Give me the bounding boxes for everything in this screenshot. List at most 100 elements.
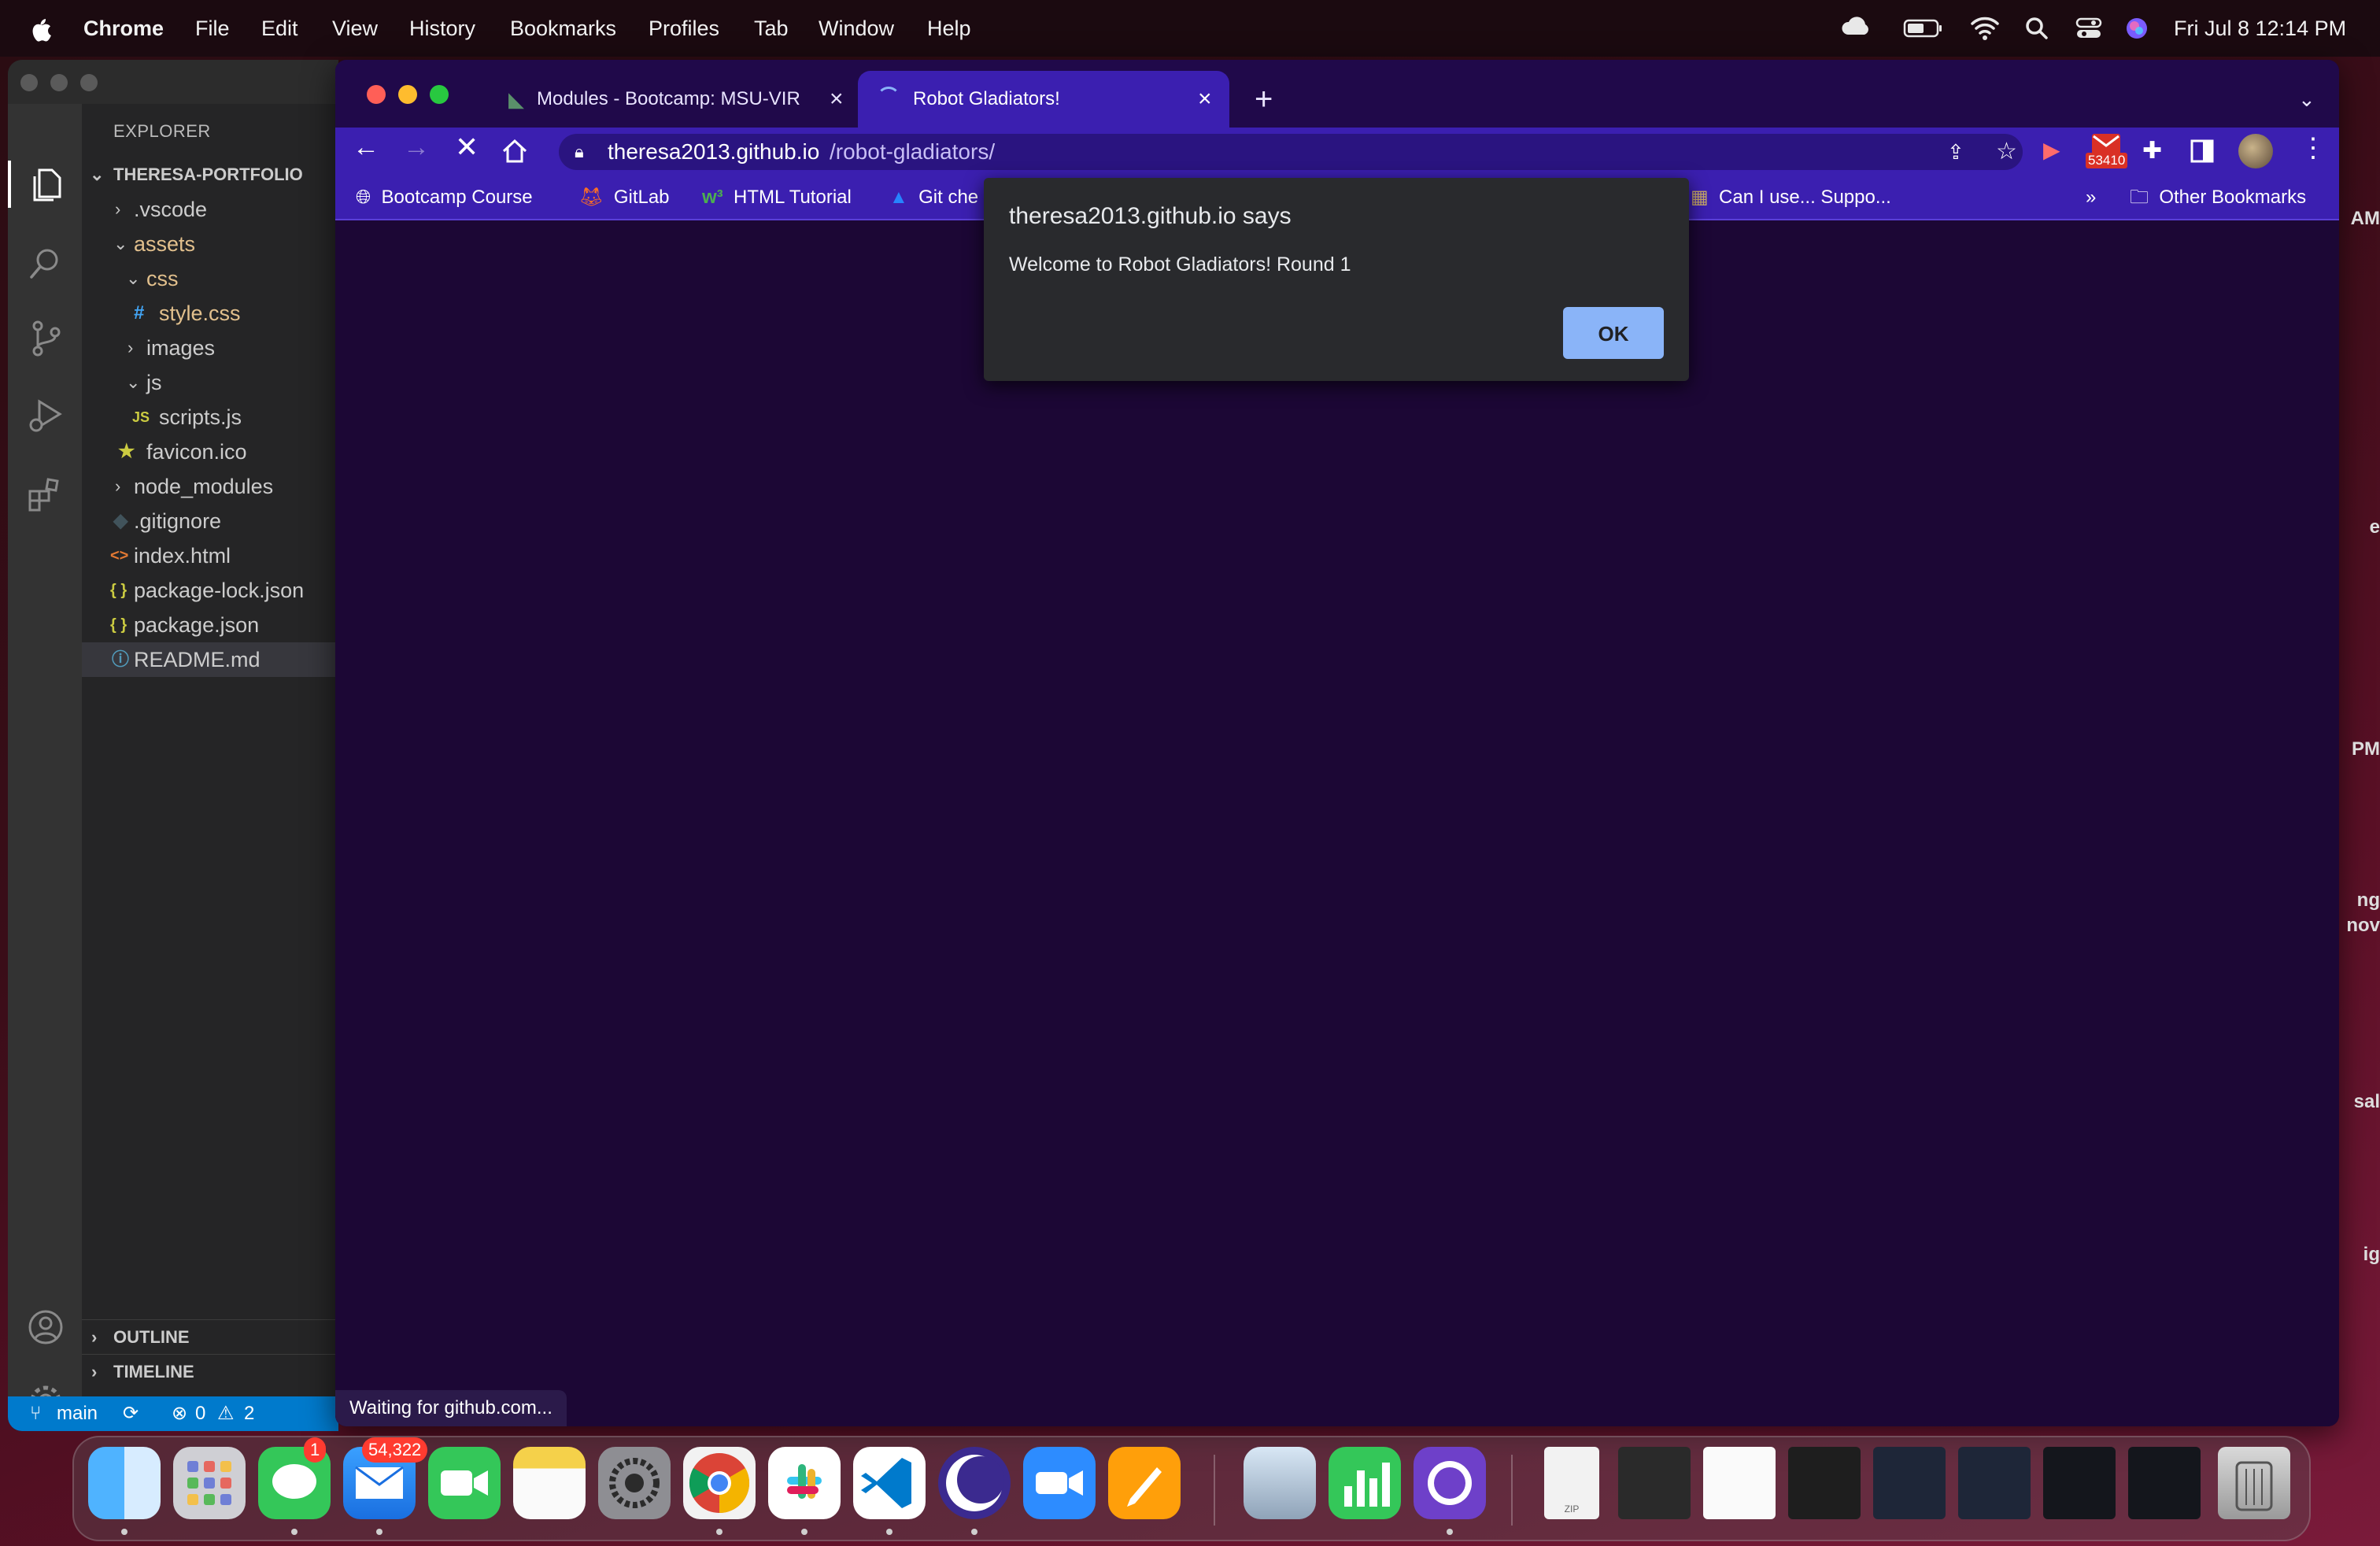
menu-help[interactable]: Help	[927, 0, 971, 57]
tree-item-readme[interactable]: ⓘ README.md	[82, 642, 338, 677]
bookmark-gitlab[interactable]: 🦊︎ GitLab	[579, 176, 670, 219]
side-panel-icon[interactable]	[2190, 139, 2215, 168]
share-icon[interactable]: ⇪	[1947, 134, 1964, 170]
extension-video-icon[interactable]: ▶	[2043, 137, 2060, 163]
siri-icon[interactable]	[2125, 0, 2149, 57]
eclipse-app-icon[interactable]	[938, 1447, 1011, 1519]
tab-robot-gladiators[interactable]: Robot Gladiators! ×	[858, 71, 1229, 128]
bookmark-git-cheatsheet[interactable]: ▲ Git che	[889, 176, 978, 219]
tree-item-scripts-js[interactable]: JS scripts.js	[82, 400, 338, 435]
tree-item-package-json[interactable]: { } package.json	[82, 608, 338, 642]
menu-file[interactable]: File	[195, 0, 230, 57]
menu-profiles[interactable]: Profiles	[649, 0, 719, 57]
accounts-icon[interactable]	[25, 1307, 66, 1348]
window-minimize-button[interactable]	[398, 85, 417, 104]
tree-item-index-html[interactable]: <> index.html	[82, 538, 338, 573]
vscode-minimize-button[interactable]	[50, 74, 68, 91]
icloud-icon[interactable]	[1840, 0, 1873, 57]
timeline-section[interactable]: › TIMELINE	[82, 1354, 338, 1389]
tree-item-images[interactable]: › images	[82, 331, 338, 365]
source-control-icon[interactable]	[25, 318, 66, 359]
explorer-files-icon[interactable]	[25, 164, 66, 205]
tab-modules[interactable]: ◣ Modules - Bootcamp: MSU-VIR ×	[493, 71, 867, 128]
bookmarks-overflow-button[interactable]: »	[2086, 176, 2096, 219]
forward-arrow-icon[interactable]: →	[403, 132, 430, 163]
extensions-puzzle-icon[interactable]: ✚	[2142, 137, 2162, 165]
tab-close-icon[interactable]: ×	[1198, 71, 1212, 128]
slack-icon[interactable]	[768, 1447, 841, 1519]
tree-item-favicon[interactable]: ★ favicon.ico	[82, 435, 338, 469]
home-icon[interactable]	[501, 137, 529, 169]
bookmark-star-icon[interactable]: ☆	[1996, 134, 2017, 170]
menu-tab[interactable]: Tab	[754, 0, 789, 57]
facetime-icon[interactable]	[428, 1447, 501, 1519]
notes-icon[interactable]	[513, 1447, 586, 1519]
sync-icon[interactable]: ⟳	[123, 1396, 139, 1431]
menu-view[interactable]: View	[332, 0, 378, 57]
slack-window-thumbnail[interactable]	[2128, 1447, 2201, 1519]
bookmark-html-tutorial[interactable]: w³ HTML Tutorial	[702, 176, 852, 219]
address-bar[interactable]: 🔒︎ theresa2013.github.io /robot-gladiato…	[559, 134, 2023, 170]
wifi-icon[interactable]	[1969, 0, 2001, 57]
tab-close-icon[interactable]: ×	[830, 71, 844, 128]
vscode-close-button[interactable]	[20, 74, 38, 91]
menu-history[interactable]: History	[409, 0, 475, 57]
zip-archive-icon[interactable]: ZIP	[1544, 1447, 1599, 1519]
window-thumbnail[interactable]	[1788, 1447, 1861, 1519]
chrome-icon[interactable]	[683, 1447, 756, 1519]
window-zoom-button[interactable]	[430, 85, 449, 104]
numbers-icon[interactable]	[1329, 1447, 1401, 1519]
kebab-menu-icon[interactable]: ⋮	[2300, 132, 2326, 164]
outline-section[interactable]: › OUTLINE	[82, 1319, 338, 1355]
document-thumbnail[interactable]	[1703, 1447, 1776, 1519]
window-thumbnail[interactable]	[1618, 1447, 1691, 1519]
tree-item-js[interactable]: ⌄ js	[82, 365, 338, 400]
menu-app-name[interactable]: Chrome	[83, 0, 164, 57]
pages-icon[interactable]	[1108, 1447, 1181, 1519]
run-debug-icon[interactable]	[25, 395, 66, 436]
finder-icon[interactable]	[88, 1447, 161, 1519]
tree-item-package-lock[interactable]: { } package-lock.json	[82, 573, 338, 608]
spotlight-search-icon[interactable]	[2024, 0, 2049, 57]
battery-icon[interactable]	[1903, 0, 1944, 57]
branch-name[interactable]: main	[57, 1396, 98, 1431]
vscode-window-thumbnail[interactable]	[1958, 1447, 2031, 1519]
search-icon[interactable]	[25, 242, 66, 283]
github-desktop-icon[interactable]	[1414, 1447, 1486, 1519]
bookmark-can-i-use[interactable]: ▦ Can I use... Suppo...	[1691, 176, 1891, 219]
stop-loading-icon[interactable]: ✕	[455, 131, 479, 164]
profile-avatar[interactable]	[2238, 134, 2273, 168]
tree-item-gitignore[interactable]: ◆ .gitignore	[82, 504, 338, 538]
tree-item-style-css[interactable]: # style.css	[82, 296, 338, 331]
back-arrow-icon[interactable]: ←	[353, 132, 379, 163]
tree-item-assets[interactable]: ⌄ assets	[82, 227, 338, 261]
menu-bookmarks[interactable]: Bookmarks	[510, 0, 616, 57]
warning-count[interactable]: 2	[244, 1396, 254, 1431]
warning-icon[interactable]: ⚠	[217, 1396, 235, 1431]
vscode-zoom-button[interactable]	[80, 74, 98, 91]
tree-item-vscode[interactable]: › .vscode	[82, 192, 338, 227]
error-count[interactable]: 0	[195, 1396, 205, 1431]
new-tab-plus-icon[interactable]: +	[1255, 71, 1273, 128]
launchpad-icon[interactable]	[173, 1447, 246, 1519]
menu-clock[interactable]: Fri Jul 8 12:14 PM	[2174, 0, 2346, 57]
project-root[interactable]: ⌄ THERESA-PORTFOLIO	[82, 157, 338, 192]
bookmark-bootcamp-course[interactable]: 🌐︎ Bootcamp Course	[356, 176, 533, 219]
menu-edit[interactable]: Edit	[261, 0, 298, 57]
tab-search-chevron-icon[interactable]: ⌄	[2298, 71, 2315, 128]
tree-item-node-modules[interactable]: › node_modules	[82, 469, 338, 504]
apple-icon[interactable]	[30, 0, 52, 57]
tree-item-css[interactable]: ⌄ css	[82, 261, 338, 296]
menu-window[interactable]: Window	[819, 0, 894, 57]
other-bookmarks-folder[interactable]: 🗀 Other Bookmarks	[2130, 176, 2306, 219]
system-preferences-icon[interactable]	[598, 1447, 671, 1519]
window-close-button[interactable]	[367, 85, 386, 104]
branch-icon[interactable]: ⑂	[30, 1396, 41, 1431]
preview-icon[interactable]	[1244, 1447, 1316, 1519]
error-icon[interactable]: ⊗	[172, 1396, 187, 1431]
ok-button[interactable]: OK	[1563, 307, 1664, 359]
zoom-icon[interactable]	[1023, 1447, 1096, 1519]
gmail-extension-icon[interactable]: 53410	[2086, 132, 2128, 172]
extensions-icon[interactable]	[25, 474, 66, 515]
vscode-icon[interactable]	[853, 1447, 926, 1519]
